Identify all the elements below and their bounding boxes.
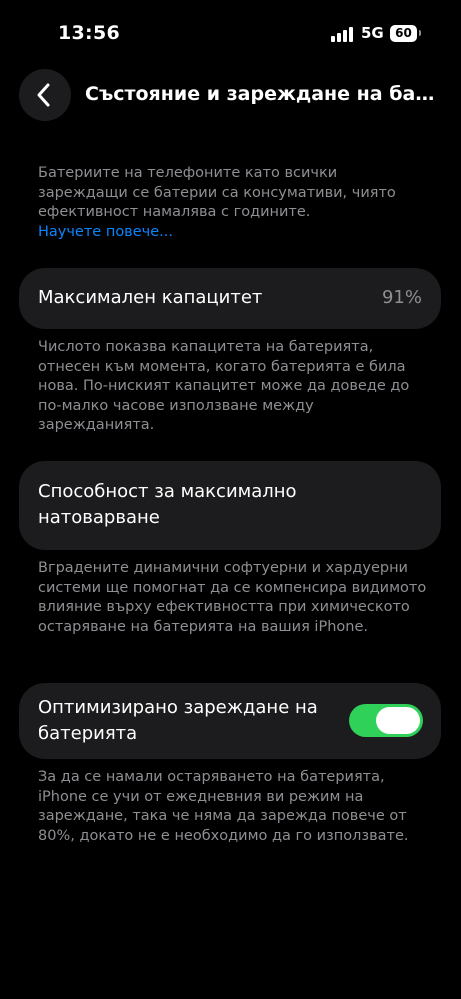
peak-performance-description: Вградените динамични софтуерни и хардуер… bbox=[38, 560, 427, 635]
intro-text: Батериите на телефоните като всички заре… bbox=[38, 164, 428, 242]
intro-description: Батериите на телефоните като всички заре… bbox=[38, 165, 396, 220]
optimized-charging-label: Оптимизирано зареждане на батерията bbox=[38, 697, 318, 744]
peak-performance-label: Способност за максимално натоварване bbox=[38, 481, 297, 528]
back-button[interactable] bbox=[19, 69, 71, 121]
max-capacity-row: Максимален капацитет 91% bbox=[19, 268, 441, 329]
optimized-charging-toggle[interactable] bbox=[349, 704, 423, 737]
battery-icon: 60 bbox=[390, 25, 417, 42]
max-capacity-description: Числото показва капацитета на батерията,… bbox=[38, 339, 410, 433]
optimized-charging-row: Оптимизирано зареждане на батерията bbox=[19, 683, 441, 759]
peak-performance-row[interactable]: Способност за максимално натоварване bbox=[19, 461, 441, 550]
chevron-left-icon bbox=[37, 83, 50, 107]
max-capacity-value: 91% bbox=[381, 287, 422, 308]
status-bar: 13:56 5G 60 bbox=[0, 0, 461, 60]
battery-tip bbox=[419, 30, 421, 36]
status-time: 13:56 bbox=[58, 22, 120, 44]
network-type: 5G bbox=[361, 24, 384, 42]
learn-more-link[interactable]: Научете повече... bbox=[38, 223, 428, 243]
optimized-charging-description: За да се намали остаряването на батерият… bbox=[38, 769, 409, 844]
cellular-signal-icon bbox=[331, 26, 355, 42]
max-capacity-label: Максимален капацитет bbox=[38, 287, 263, 308]
page-title: Състояние и зареждане на батерията bbox=[85, 83, 445, 105]
toggle-knob bbox=[376, 707, 420, 734]
